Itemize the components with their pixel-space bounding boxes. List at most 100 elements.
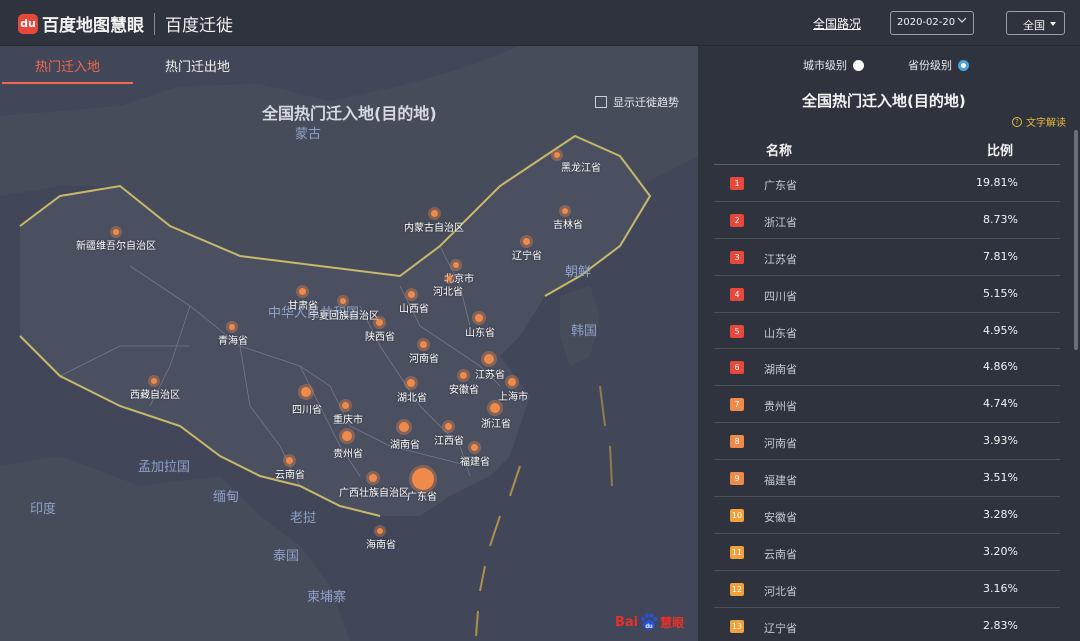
caret-down-icon xyxy=(1050,22,1056,26)
province-label: 山西省 xyxy=(399,303,429,315)
ratio-value: 2.83% xyxy=(983,618,1018,632)
active-tab-indicator xyxy=(2,82,133,84)
table-row[interactable]: 12 河北省 3.16% xyxy=(714,571,1060,608)
province-marker[interactable] xyxy=(342,431,352,441)
province-label: 广西壮族自治区 xyxy=(339,488,409,499)
province-marker[interactable] xyxy=(562,208,568,214)
city-level-radio[interactable]: 城市级别 xyxy=(803,57,864,73)
province-name: 湖南省 xyxy=(764,363,797,377)
text-interpretation-link[interactable]: ? 文字解读 xyxy=(1012,114,1066,129)
province-marker[interactable] xyxy=(490,403,500,413)
rank-badge: 6 xyxy=(730,361,744,375)
province-label: 青海省 xyxy=(218,336,248,347)
table-row[interactable]: 1 广东省 19.81% xyxy=(714,165,1060,202)
province-marker[interactable] xyxy=(113,229,119,235)
province-marker[interactable] xyxy=(229,324,235,330)
province-marker[interactable] xyxy=(484,354,494,364)
province-marker[interactable] xyxy=(453,262,459,268)
province-marker[interactable] xyxy=(341,401,349,409)
province-name: 贵州省 xyxy=(764,400,797,414)
logo-text: 百度地图慧眼 xyxy=(42,16,144,36)
province-label: 黑龙江省 xyxy=(561,163,601,174)
table-row[interactable]: 5 山东省 4.95% xyxy=(714,313,1060,350)
province-label: 河北省 xyxy=(433,286,463,298)
province-level-radio[interactable]: 省份级别 xyxy=(908,57,969,73)
region-dropdown[interactable]: 全国 xyxy=(1006,11,1065,35)
rank-badge: 5 xyxy=(730,324,744,338)
province-name: 河南省 xyxy=(764,437,797,451)
province-name: 山东省 xyxy=(764,326,797,340)
map-background xyxy=(0,46,698,641)
province-marker[interactable] xyxy=(377,528,383,534)
province-name: 云南省 xyxy=(764,547,797,561)
province-name: 安徽省 xyxy=(764,511,797,525)
province-marker[interactable] xyxy=(285,456,293,464)
table-row[interactable]: 8 河南省 3.93% xyxy=(714,423,1060,461)
radio-selected-icon xyxy=(958,59,969,71)
table-row[interactable]: 6 湖南省 4.86% xyxy=(714,349,1060,387)
migration-map[interactable]: 热门迁入地 热门迁出地 全国热门迁入地(目的地) 显示迁徙趋势 蒙古 朝鲜 韩国… xyxy=(0,46,698,641)
logo[interactable]: du 百度地图慧眼 百度迁徙 xyxy=(18,11,233,36)
province-marker[interactable] xyxy=(369,474,377,482)
table-row[interactable]: 7 贵州省 4.74% xyxy=(714,386,1060,424)
province-marker[interactable] xyxy=(459,371,467,379)
table-row[interactable]: 2 浙江省 8.73% xyxy=(714,202,1060,239)
province-marker[interactable] xyxy=(475,314,483,322)
province-marker[interactable] xyxy=(298,287,306,295)
province-marker[interactable] xyxy=(419,340,427,348)
province-marker[interactable] xyxy=(470,443,478,451)
ratio-value: 3.28% xyxy=(983,508,1018,522)
province-marker[interactable] xyxy=(412,468,434,490)
rank-badge: 2 xyxy=(730,213,744,227)
date-select[interactable]: 2020-02-20 xyxy=(890,11,974,35)
province-label: 浙江省 xyxy=(481,419,511,430)
question-icon: ? xyxy=(1012,116,1022,127)
show-trend-checkbox[interactable]: 显示迁徙趋势 xyxy=(595,94,679,110)
tab-inbound[interactable]: 热门迁入地 xyxy=(35,56,100,75)
logo-divider xyxy=(154,12,155,35)
table-row[interactable]: 4 四川省 5.15% xyxy=(714,276,1060,313)
province-marker[interactable] xyxy=(444,422,452,430)
province-label: 内蒙古自治区 xyxy=(404,222,464,234)
province-marker[interactable] xyxy=(151,378,157,384)
province-marker[interactable] xyxy=(301,387,311,397)
ratio-value: 7.81% xyxy=(983,249,1018,263)
table-row[interactable]: 13 辽宁省 2.83% xyxy=(714,608,1060,641)
province-label: 福建省 xyxy=(460,456,490,468)
province-marker[interactable] xyxy=(508,378,516,386)
table-row[interactable]: 10 安徽省 3.28% xyxy=(714,497,1060,534)
province-marker[interactable] xyxy=(399,422,409,432)
province-name: 广东省 xyxy=(764,179,797,192)
tab-outbound[interactable]: 热门迁出地 xyxy=(165,56,230,75)
ranking-table: 1 广东省 19.81% 2 浙江省 8.73% 3 江苏省 7.81% 4 四川省 5.15% 5 山东… xyxy=(714,165,1060,641)
province-marker[interactable] xyxy=(407,379,415,387)
province-marker[interactable] xyxy=(407,290,415,298)
map-title: 全国热门迁入地(目的地) xyxy=(262,104,437,123)
country-label: 韩国 xyxy=(571,324,598,339)
scrollbar[interactable] xyxy=(1074,130,1078,350)
province-marker[interactable] xyxy=(446,275,452,281)
province-marker[interactable] xyxy=(340,298,346,304)
national-traffic-link[interactable]: 全国路况 xyxy=(813,15,861,32)
province-label: 宁夏回族自治区 xyxy=(309,311,379,322)
province-marker[interactable] xyxy=(430,209,438,217)
top-bar: du 百度地图慧眼 百度迁徙 全国路况 2020-02-20 全国 xyxy=(0,0,1080,46)
province-label: 广东省 xyxy=(407,492,437,503)
baidu-huiyan-watermark: Bai du 慧眼 xyxy=(615,612,684,632)
country-label: 孟加拉国 xyxy=(138,460,191,475)
province-name: 河北省 xyxy=(764,584,797,598)
chevron-down-icon xyxy=(957,17,967,23)
table-row[interactable]: 11 云南省 3.20% xyxy=(714,534,1060,571)
region-value: 全国 xyxy=(1023,19,1045,32)
province-marker[interactable] xyxy=(554,152,560,158)
province-label: 湖北省 xyxy=(397,393,427,404)
province-marker[interactable] xyxy=(522,237,530,245)
table-row[interactable]: 3 江苏省 7.81% xyxy=(714,239,1060,276)
panel-title: 全国热门迁入地(目的地) xyxy=(802,92,966,110)
province-marker[interactable] xyxy=(375,318,383,326)
column-header-ratio: 比例 xyxy=(987,144,1014,159)
province-label: 云南省 xyxy=(275,469,305,481)
province-label: 新疆维吾尔自治区 xyxy=(76,241,156,252)
table-row[interactable]: 9 福建省 3.51% xyxy=(714,460,1060,498)
ranking-panel: 城市级别 省份级别 全国热门迁入地(目的地) ? 文字解读 名称 比例 1 广东省… xyxy=(698,46,1080,641)
